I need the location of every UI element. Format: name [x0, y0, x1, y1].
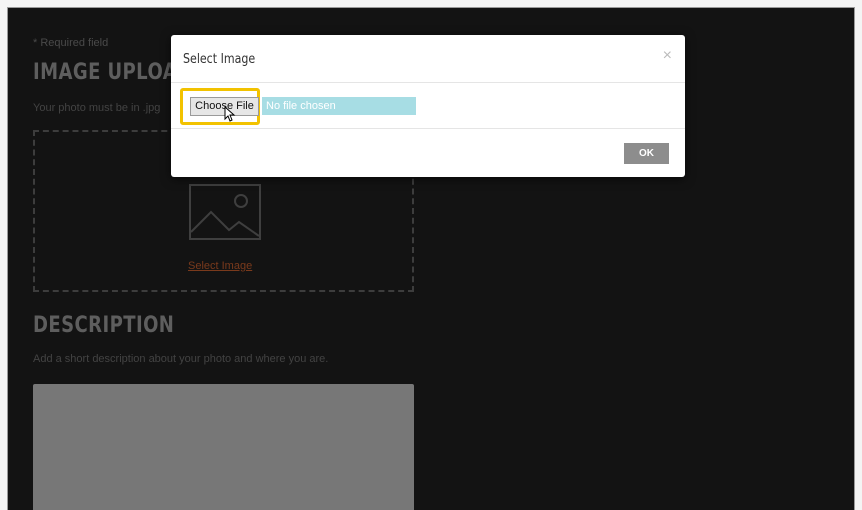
select-image-modal: Select Image × Choose File No file chose… [171, 35, 685, 177]
screenshot-frame: * Required field IMAGE UPLOAD Your photo… [7, 7, 855, 510]
image-upload-heading: IMAGE UPLOAD [33, 60, 193, 85]
image-placeholder-icon [189, 184, 261, 240]
description-hint: Add a short description about your photo… [33, 353, 329, 365]
modal-title: Select Image [183, 52, 256, 67]
description-textarea[interactable] [33, 384, 414, 510]
file-status-text: No file chosen [262, 97, 416, 115]
close-icon[interactable]: × [663, 47, 672, 65]
modal-footer-divider [171, 128, 685, 129]
required-field-note: * Required field [33, 37, 109, 49]
select-image-link[interactable]: Select Image [188, 260, 252, 272]
modal-header-divider [171, 82, 685, 83]
photo-format-note: Your photo must be in .jpg [33, 102, 161, 114]
ok-button[interactable]: OK [624, 143, 669, 164]
pointer-cursor-icon [224, 106, 236, 122]
description-heading: DESCRIPTION [33, 313, 175, 338]
